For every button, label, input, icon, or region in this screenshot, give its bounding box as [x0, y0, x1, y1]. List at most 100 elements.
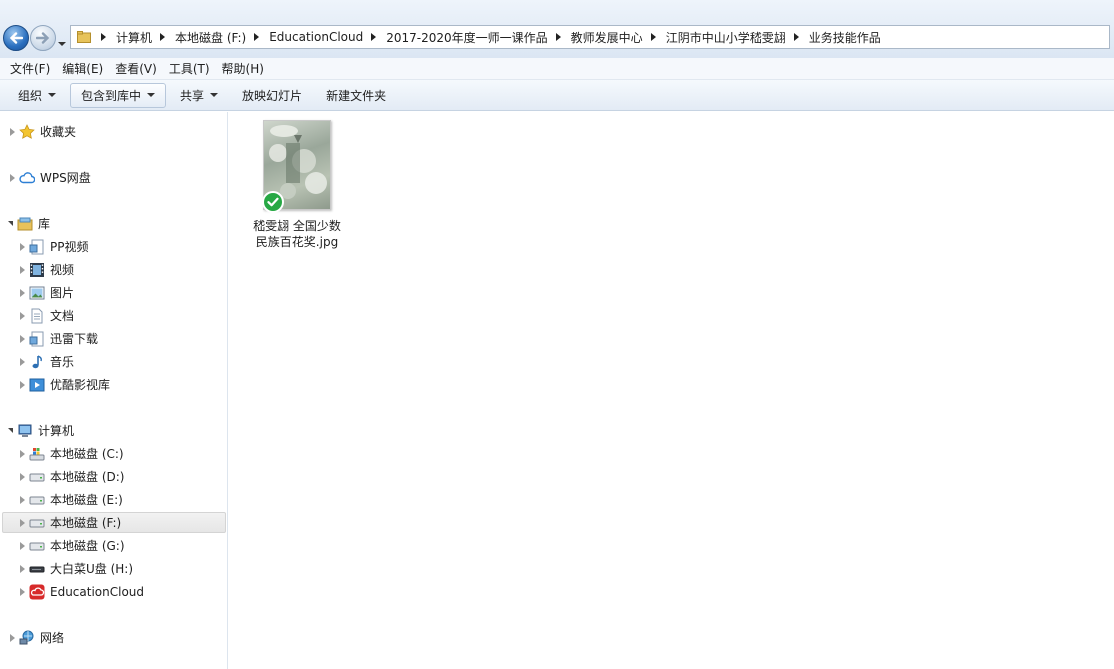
nav-lib-pp-video[interactable]: PP视频: [20, 236, 88, 257]
breadcrumb-drive-f[interactable]: 本地磁盘 (F:): [152, 29, 246, 46]
sync-check-icon: [262, 191, 284, 213]
expand-arrow-icon: [20, 495, 25, 504]
chevron-right-icon: [650, 33, 656, 41]
nav-drive-c[interactable]: 本地磁盘 (C:): [20, 443, 124, 464]
expand-arrow-icon: [20, 472, 25, 481]
nav-lib-youku[interactable]: 优酷影视库: [20, 374, 110, 395]
computer-icon: [17, 423, 33, 439]
nav-computer[interactable]: 计算机: [8, 420, 74, 441]
navigation-pane: 收藏夹 WPS网盘 库 PP视频 视频 图片 文档 迅雷下载 音乐 优酷影视库 …: [0, 112, 228, 669]
file-item[interactable]: 嵇雯翃 全国少数 民族百花奖.jpg: [249, 120, 345, 250]
arrow-left-icon: [9, 32, 23, 44]
download-library-icon: [29, 331, 45, 347]
breadcrumb-school[interactable]: 江阴市中山小学嵇雯翃: [643, 29, 786, 46]
menu-bar: 文件(F) 编辑(E) 查看(V) 工具(T) 帮助(H): [0, 58, 1114, 80]
chevron-down-icon: [147, 93, 156, 97]
nav-lib-music[interactable]: 音乐: [20, 351, 74, 372]
chevron-right-icon: [254, 33, 260, 41]
expand-arrow-icon: [20, 288, 25, 297]
expand-arrow-icon: [20, 334, 25, 343]
expand-arrow-icon: [20, 311, 25, 320]
chevron-right-icon: [555, 33, 561, 41]
hard-drive-icon: [29, 538, 45, 554]
breadcrumb-works[interactable]: 2017-2020年度一师一课作品: [363, 29, 548, 46]
hard-drive-icon: [29, 515, 45, 531]
address-row: 计算机 本地磁盘 (F:) EducationCloud 2017-2020年度…: [0, 0, 1114, 58]
video-library-icon: [29, 377, 45, 393]
nav-lib-pictures[interactable]: 图片: [20, 282, 74, 303]
nav-drive-e[interactable]: 本地磁盘 (E:): [20, 489, 123, 510]
expand-arrow-icon: [20, 265, 25, 274]
menu-tools[interactable]: 工具(T): [163, 60, 216, 77]
expand-arrow-icon: [20, 518, 25, 527]
chevron-right-icon: [160, 33, 166, 41]
file-list[interactable]: 嵇雯翃 全国少数 民族百花奖.jpg: [229, 112, 1114, 669]
folder-icon: [77, 31, 91, 43]
collapse-arrow-icon: [8, 428, 13, 433]
expand-arrow-icon: [20, 564, 25, 573]
expand-arrow-icon: [10, 173, 15, 182]
new-folder-button[interactable]: 新建文件夹: [316, 83, 396, 108]
chevron-down-icon: [210, 93, 219, 97]
menu-view[interactable]: 查看(V): [109, 60, 163, 77]
nav-lib-videos[interactable]: 视频: [20, 259, 74, 280]
menu-help[interactable]: 帮助(H): [216, 60, 270, 77]
expand-arrow-icon: [20, 541, 25, 550]
chevron-right-icon: [101, 33, 106, 41]
nav-drive-d[interactable]: 本地磁盘 (D:): [20, 466, 124, 487]
system-drive-icon: [29, 446, 45, 462]
command-bar: 组织 包含到库中 共享 放映幻灯片 新建文件夹: [0, 80, 1114, 111]
breadcrumb-computer[interactable]: 计算机: [95, 29, 152, 46]
address-bar[interactable]: 计算机 本地磁盘 (F:) EducationCloud 2017-2020年度…: [70, 25, 1110, 49]
library-icon: [17, 216, 33, 232]
hard-drive-icon: [29, 469, 45, 485]
recent-pages-dropdown[interactable]: [58, 35, 66, 49]
menu-file[interactable]: 文件(F): [4, 60, 56, 77]
cloud-icon: [19, 170, 35, 186]
file-name: 嵇雯翃 全国少数 民族百花奖.jpg: [253, 219, 341, 249]
nav-library[interactable]: 库: [8, 213, 50, 234]
breadcrumb-educationcloud[interactable]: EducationCloud: [246, 30, 363, 44]
nav-favorites[interactable]: 收藏夹: [10, 121, 76, 142]
nav-lib-thunder-downloads[interactable]: 迅雷下载: [20, 328, 98, 349]
document-icon: [29, 308, 45, 324]
arrow-right-icon: [36, 32, 50, 44]
collapse-arrow-icon: [8, 221, 13, 226]
nav-drive-h[interactable]: 大白菜U盘 (H:): [20, 558, 133, 579]
expand-arrow-icon: [20, 242, 25, 251]
expand-arrow-icon: [20, 380, 25, 389]
nav-educationcloud[interactable]: EducationCloud: [20, 581, 144, 602]
chevron-down-icon: [58, 42, 66, 46]
star-icon: [19, 123, 35, 140]
educationcloud-icon: [29, 584, 45, 600]
network-icon: [19, 630, 35, 646]
share-button[interactable]: 共享: [170, 83, 228, 108]
music-note-icon: [29, 354, 45, 370]
expand-arrow-icon: [10, 127, 15, 136]
organize-button[interactable]: 组织: [8, 83, 66, 108]
nav-drive-f[interactable]: 本地磁盘 (F:): [2, 512, 226, 533]
nav-lib-documents[interactable]: 文档: [20, 305, 74, 326]
chevron-down-icon: [48, 93, 57, 97]
expand-arrow-icon: [20, 587, 25, 596]
expand-arrow-icon: [20, 357, 25, 366]
image-thumbnail: [262, 120, 331, 213]
include-in-library-button[interactable]: 包含到库中: [70, 82, 167, 108]
film-icon: [29, 262, 45, 278]
nav-drive-g[interactable]: 本地磁盘 (G:): [20, 535, 125, 556]
chevron-right-icon: [371, 33, 377, 41]
menu-edit[interactable]: 编辑(E): [56, 60, 109, 77]
forward-button[interactable]: [30, 25, 56, 51]
expand-arrow-icon: [20, 449, 25, 458]
breadcrumb-teacher-center[interactable]: 教师发展中心: [548, 29, 643, 46]
nav-network[interactable]: 网络: [10, 627, 64, 648]
breadcrumb-skill-works[interactable]: 业务技能作品: [786, 29, 881, 46]
usb-drive-icon: [29, 561, 45, 577]
nav-wps-cloud[interactable]: WPS网盘: [10, 167, 91, 188]
back-button[interactable]: [3, 25, 29, 51]
hard-drive-icon: [29, 492, 45, 508]
document-library-icon: [29, 239, 45, 255]
chevron-right-icon: [793, 33, 799, 41]
slideshow-button[interactable]: 放映幻灯片: [232, 83, 312, 108]
expand-arrow-icon: [10, 633, 15, 642]
